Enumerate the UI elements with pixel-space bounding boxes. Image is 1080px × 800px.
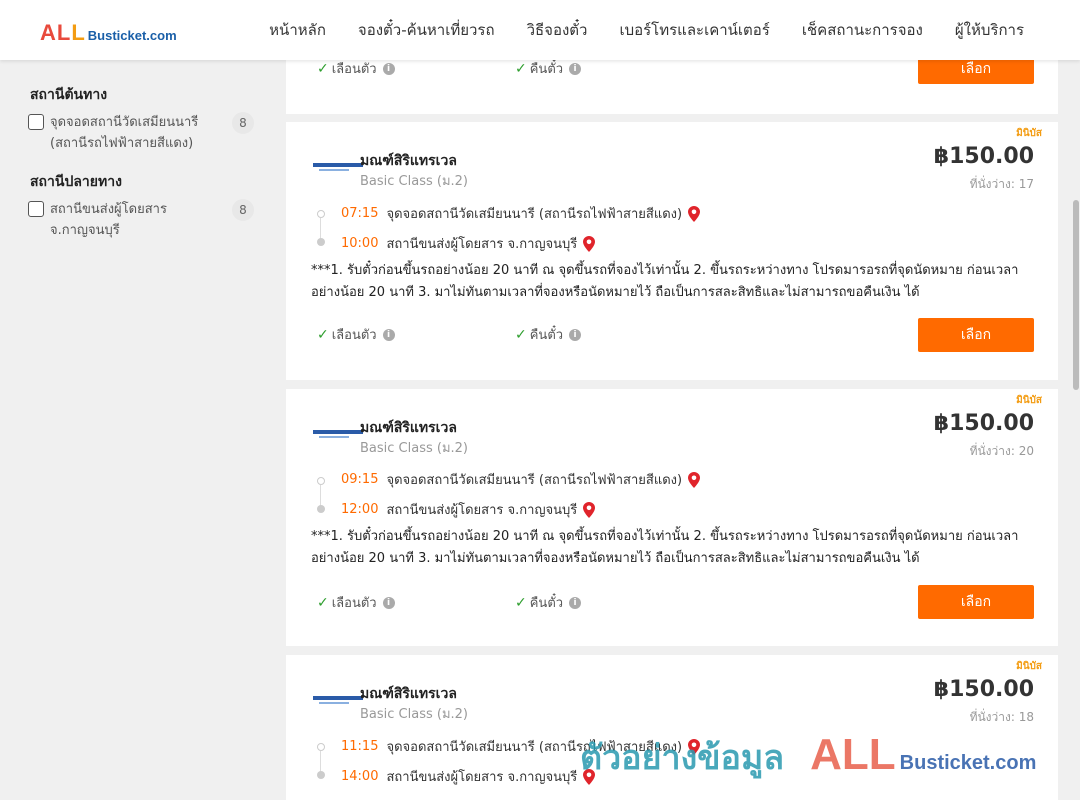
origin-filter-label: จุดจอดสถานีวัดเสมียนนารี (สถานีรถไฟฟ้าสา… [50,115,199,151]
logo-rest: Busticket.com [87,28,177,43]
seat-select-feature: ✓ เลือนตัว i [317,592,395,613]
check-icon: ✓ [515,594,527,611]
check-icon: ✓ [515,326,527,343]
seat-select-feature: ✓ เลือนตัว i [317,324,395,345]
departure-stop: 11:15 จุดจอดสถานีวัดเสมียนนารี (สถานีรถไ… [341,736,701,757]
ticket-price: ฿150.00 [933,677,1034,702]
refund-feature: ✓ คืนตั๋ว i [515,592,582,613]
origin-filter-item[interactable]: จุดจอดสถานีวัดเสมียนนารี (สถานีรถไฟฟ้าสา… [28,112,258,154]
select-button[interactable]: เลือก [918,585,1034,619]
refund-label: คืนตั๋ว [529,328,564,343]
bus-class: Basic Class (ม.2) [360,441,468,456]
scrollbar-thumb[interactable] [1073,200,1079,390]
destination-filter-count: 8 [232,199,254,221]
operator-name: มณฑ์สิริแทรเวล [360,686,457,702]
operator-name: มณฑ์สิริแทรเวล [360,153,457,169]
map-pin-icon[interactable] [583,235,596,252]
arrival-stop: 12:00 สถานีขนส่งผู้โดยสาร จ.กาญจนบุรี [341,499,596,520]
route-timeline [317,743,325,779]
check-icon: ✓ [515,60,527,77]
origin-checkbox[interactable] [28,114,44,130]
arrival-stop: 10:00 สถานีขนส่งผู้โดยสาร จ.กาญจนบุรี [341,233,596,254]
departure-time: 07:15 [341,206,379,221]
arrival-stop: 14:00 สถานีขนส่งผู้โดยสาร จ.กาญจนบุรี [341,766,596,787]
departure-stop: 07:15 จุดจอดสถานีวัดเสมียนนารี (สถานีรถไ… [341,203,701,224]
minibus-badge: มินิบัส [1016,661,1042,672]
site-logo[interactable]: ALL Busticket.com [40,20,177,46]
departure-stop: 09:15 จุดจอดสถานีวัดเสมียนนารี (สถานีรถไ… [341,469,701,490]
logo-all: ALL [40,20,86,45]
info-icon[interactable]: i [569,62,582,75]
info-icon[interactable]: i [569,596,582,609]
destination-checkbox[interactable] [28,201,44,217]
map-pin-icon[interactable] [688,205,701,222]
seat-select-label: เลือนตัว [331,328,377,343]
route-timeline [317,477,325,513]
nav-how-to-book[interactable]: วิธีจองตั๋ว [527,18,588,42]
operator-name: มณฑ์สิริแทรเวล [360,420,457,436]
check-icon: ✓ [317,60,329,77]
ticket-price: ฿150.00 [933,411,1034,436]
trip-note: ***1. รับตั๋วก่อนขึ้นรถอย่างน้อย 20 นาที… [311,263,1019,300]
departure-station: จุดจอดสถานีวัดเสมียนนารี (สถานีรถไฟฟ้าสา… [386,207,683,222]
trip-card: มินิบัส มณฑ์สิริแทรเวล Basic Class (ม.2)… [286,389,1058,646]
trip-card: มินิบัส มณฑ์สิริแทรเวล Basic Class (ม.2)… [286,122,1058,380]
nav-check-status[interactable]: เช็คสถานะการจอง [802,18,923,42]
bus-class: Basic Class (ม.2) [360,707,468,722]
trip-card: มินิบัส มณฑ์สิริแทรเวล Basic Class (ม.2)… [286,655,1058,800]
minibus-badge: มินิบัส [1016,128,1042,139]
arrival-time: 12:00 [341,502,379,517]
map-pin-icon[interactable] [688,738,701,755]
map-pin-icon[interactable] [583,501,596,518]
departure-station: จุดจอดสถานีวัดเสมียนนารี (สถานีรถไฟฟ้าสา… [386,473,683,488]
nav-contacts[interactable]: เบอร์โทรและเคาน์เตอร์ [619,18,769,42]
arrival-station: สถานีขนส่งผู้โดยสาร จ.กาญจนบุรี [386,770,578,785]
destination-filter-label: สถานีขนส่งผู้โดยสาร จ.กาญจนบุรี [50,202,167,238]
bus-class: Basic Class (ม.2) [360,174,468,189]
main-nav: หน้าหลัก จองตั๋ว-ค้นหาเที่ยวรถ วิธีจองตั… [269,0,1024,60]
destination-filter-item[interactable]: สถานีขนส่งผู้โดยสาร จ.กาญจนบุรี 8 [28,199,258,241]
arrival-time: 10:00 [341,236,379,251]
nav-operators[interactable]: ผู้ให้บริการ [955,18,1024,42]
select-button[interactable]: เลือก [918,318,1034,352]
page-scrollbar[interactable] [1072,60,1080,800]
info-icon[interactable]: i [382,596,395,609]
nav-book-search[interactable]: จองตั๋ว-ค้นหาเที่ยวรถ [358,18,495,42]
departure-station: จุดจอดสถานีวัดเสมียนนารี (สถานีรถไฟฟ้าสา… [386,740,683,755]
map-pin-icon[interactable] [583,768,596,785]
refund-feature: ✓ คืนตั๋ว i [515,58,582,79]
check-icon: ✓ [317,326,329,343]
arrival-station: สถานีขนส่งผู้โดยสาร จ.กาญจนบุรี [386,503,578,518]
check-icon: ✓ [317,594,329,611]
operator-logo [313,693,363,707]
seats-available: ที่นั่งว่าง: 17 [969,177,1034,191]
trip-note: ***1. รับตั๋วก่อนขึ้นรถอย่างน้อย 20 นาที… [311,529,1019,566]
seat-select-label: เลือนตัว [331,596,377,611]
info-icon[interactable]: i [382,62,395,75]
departure-time: 11:15 [341,739,379,754]
nav-home[interactable]: หน้าหลัก [269,18,326,42]
origin-station-title: สถานีต้นทาง [30,87,108,103]
minibus-badge: มินิบัส [1016,395,1042,406]
map-pin-icon[interactable] [688,471,701,488]
arrival-station: สถานีขนส่งผู้โดยสาร จ.กาญจนบุรี [386,237,578,252]
top-header: ALL Busticket.com หน้าหลัก จองตั๋ว-ค้นหา… [0,0,1080,60]
operator-logo [313,427,363,441]
seat-select-feature: ✓ เลือนตัว i [317,58,395,79]
seats-available: ที่นั่งว่าง: 20 [969,444,1034,458]
origin-filter-count: 8 [232,112,254,134]
route-timeline [317,210,325,246]
refund-label: คืนตั๋ว [529,62,564,77]
seat-select-label: เลือนตัว [331,62,377,77]
arrival-time: 14:00 [341,769,379,784]
info-icon[interactable]: i [569,328,582,341]
refund-label: คืนตั๋ว [529,596,564,611]
departure-time: 09:15 [341,472,379,487]
refund-feature: ✓ คืนตั๋ว i [515,324,582,345]
seats-available: ที่นั่งว่าง: 18 [969,710,1034,724]
operator-logo [313,160,363,174]
info-icon[interactable]: i [382,328,395,341]
destination-station-title: สถานีปลายทาง [30,174,122,190]
ticket-price: ฿150.00 [933,144,1034,169]
